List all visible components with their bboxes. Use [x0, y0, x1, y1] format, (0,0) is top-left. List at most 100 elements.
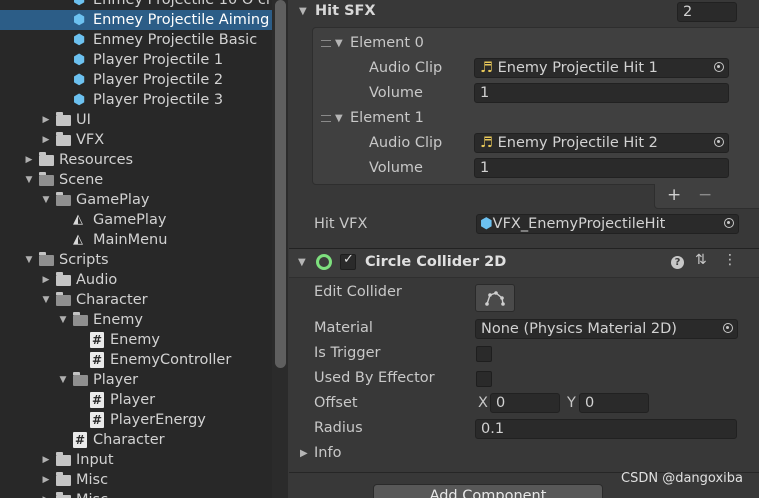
object-picker-icon[interactable] — [714, 137, 724, 147]
offset-y-label[interactable]: Y — [567, 395, 576, 411]
tree-item[interactable]: ▼ Enemy — [0, 310, 272, 330]
collapsed-arrow-icon[interactable]: ▶ — [40, 130, 52, 150]
element-1-audio-clip-label: Audio Clip — [369, 135, 443, 151]
offset-label: Offset — [314, 395, 358, 411]
script-icon: # — [90, 392, 104, 408]
scene-icon: ◭ — [73, 212, 83, 227]
tree-item-label: GamePlay — [93, 212, 167, 228]
tree-item-label: Player — [110, 392, 156, 408]
element-1-audio-clip-value: Enemy Projectile Hit 2 — [497, 135, 658, 151]
tree-item[interactable]: ⬢ Player Projectile 2 — [0, 70, 272, 90]
tree-item[interactable]: # Player — [0, 390, 272, 410]
element-1-audio-clip-field[interactable]: ♬ Enemy Projectile Hit 2 — [474, 133, 729, 153]
info-foldout-arrow[interactable]: ▶ — [300, 448, 308, 459]
collapsed-arrow-icon[interactable]: ▶ — [40, 490, 52, 498]
tree-item-label: UI — [76, 112, 91, 128]
radius-field[interactable]: 0.1 — [475, 419, 737, 439]
prefab-icon: ⬢ — [73, 72, 86, 88]
collapsed-arrow-icon[interactable]: ▶ — [23, 150, 35, 170]
tree-item[interactable]: ▶ VFX — [0, 130, 272, 150]
used-by-effector-checkbox[interactable] — [476, 371, 492, 387]
more-options-icon[interactable]: ⋮ — [723, 252, 737, 268]
expanded-arrow-icon[interactable]: ▼ — [57, 310, 69, 330]
object-picker-icon[interactable] — [723, 323, 733, 333]
circle-collider-icon — [316, 254, 332, 270]
collapsed-arrow-icon[interactable]: ▶ — [40, 110, 52, 130]
expanded-arrow-icon[interactable]: ▼ — [40, 290, 52, 310]
info-label[interactable]: Info — [314, 445, 341, 461]
tree-item[interactable]: ▼ Player — [0, 370, 272, 390]
folder-open-icon — [39, 172, 55, 187]
edit-collider-label: Edit Collider — [314, 284, 402, 300]
element-0-drag-handle[interactable] — [321, 40, 331, 47]
help-icon[interactable]: ? — [671, 256, 684, 269]
preset-icon[interactable]: ⇅ — [695, 252, 707, 268]
tree-item-label: Character — [93, 432, 165, 448]
element-1-drag-handle[interactable] — [321, 115, 331, 122]
tree-item[interactable]: ▼ Scripts — [0, 250, 272, 270]
tree-item[interactable]: ▶ Misc — [0, 470, 272, 490]
collapsed-arrow-icon[interactable]: ▶ — [40, 470, 52, 490]
tree-item-label: GamePlay — [76, 192, 150, 208]
tree-item-label: Enemy — [93, 312, 143, 328]
edit-collider-button[interactable] — [475, 284, 515, 312]
scrollbar-thumb[interactable] — [275, 0, 286, 368]
expanded-arrow-icon[interactable]: ▼ — [23, 170, 35, 190]
add-component-label: Add Component — [429, 488, 547, 498]
object-picker-icon[interactable] — [714, 62, 724, 72]
tree-item[interactable]: ⬢ Player Projectile 3 — [0, 90, 272, 110]
tree-item[interactable]: ▶ Misc — [0, 490, 272, 498]
collapsed-arrow-icon[interactable]: ▶ — [40, 450, 52, 470]
folder-open-icon — [39, 252, 55, 267]
tree-item[interactable]: ▶ Audio — [0, 270, 272, 290]
is-trigger-checkbox[interactable] — [476, 346, 492, 362]
hit-sfx-size-field[interactable]: 2 — [677, 2, 737, 22]
tree-item[interactable]: # PlayerEnergy — [0, 410, 272, 430]
tree-item[interactable]: ◭ GamePlay — [0, 210, 272, 230]
prefab-icon: ⬢ — [480, 216, 493, 232]
tree-item[interactable]: ▶ UI — [0, 110, 272, 130]
scrollbar-track[interactable] — [272, 0, 288, 498]
offset-x-label[interactable]: X — [478, 395, 488, 411]
tree-item[interactable]: # Character — [0, 430, 272, 450]
tree-item-label: Player Projectile 3 — [93, 92, 224, 108]
expanded-arrow-icon[interactable]: ▼ — [23, 250, 35, 270]
enabled-checkbox[interactable]: ✓ — [340, 252, 356, 270]
tree-item[interactable]: ◭ MainMenu — [0, 230, 272, 250]
circle-collider-header[interactable]: ▼ ✓ Circle Collider 2D ? ⇅ ⋮ — [289, 248, 759, 278]
hit-vfx-field[interactable]: ⬢VFX_EnemyProjectileHit — [476, 214, 739, 234]
element-0-audio-clip-field[interactable]: ♬ Enemy Projectile Hit 1 — [474, 58, 729, 78]
hit-sfx-foldout-arrow[interactable]: ▼ — [299, 6, 307, 17]
tree-item[interactable]: ▶ Resources — [0, 150, 272, 170]
offset-y-field[interactable]: 0 — [579, 393, 649, 413]
tree-item-label: EnemyController — [110, 352, 232, 368]
tree-item[interactable]: ▼ GamePlay — [0, 190, 272, 210]
tree-item[interactable]: ▶ Input — [0, 450, 272, 470]
tree-item[interactable]: ⬢ Enmey Projectile Aiming — [0, 10, 272, 30]
element-1-foldout-arrow[interactable]: ▼ — [335, 113, 343, 124]
tree-item[interactable]: ▼ Scene — [0, 170, 272, 190]
add-element-button[interactable]: + — [667, 185, 681, 205]
collapsed-arrow-icon[interactable]: ▶ — [40, 270, 52, 290]
tree-item[interactable]: # Enemy — [0, 330, 272, 350]
tree-item-label: Resources — [59, 152, 134, 168]
tree-item[interactable]: ▼ Character — [0, 290, 272, 310]
tree-item[interactable]: ⬢ Enmey Projectile Basic — [0, 30, 272, 50]
prefab-icon: ⬢ — [73, 32, 86, 48]
material-field[interactable]: None (Physics Material 2D) — [475, 319, 738, 339]
offset-x-field[interactable]: 0 — [490, 393, 560, 413]
expanded-arrow-icon[interactable]: ▼ — [40, 190, 52, 210]
element-1-volume-field[interactable]: 1 — [474, 158, 729, 178]
project-tree: ⬢ Enmey Projectile 10 O cl ⬢ Enmey Projecti… — [0, 0, 272, 498]
circle-collider-foldout-arrow[interactable]: ▼ — [298, 257, 306, 268]
expanded-arrow-icon[interactable]: ▼ — [57, 370, 69, 390]
tree-item[interactable]: ⬢ Player Projectile 1 — [0, 50, 272, 70]
object-picker-icon[interactable] — [724, 218, 734, 228]
element-0-volume-field[interactable]: 1 — [474, 83, 729, 103]
tree-item[interactable]: ⬢ Enmey Projectile 10 O cl — [0, 0, 272, 10]
tree-item[interactable]: # EnemyController — [0, 350, 272, 370]
element-0-foldout-arrow[interactable]: ▼ — [335, 38, 343, 49]
add-component-button[interactable]: Add Component — [373, 484, 603, 498]
remove-element-button[interactable]: − — [698, 185, 712, 205]
folder-icon — [56, 272, 72, 287]
